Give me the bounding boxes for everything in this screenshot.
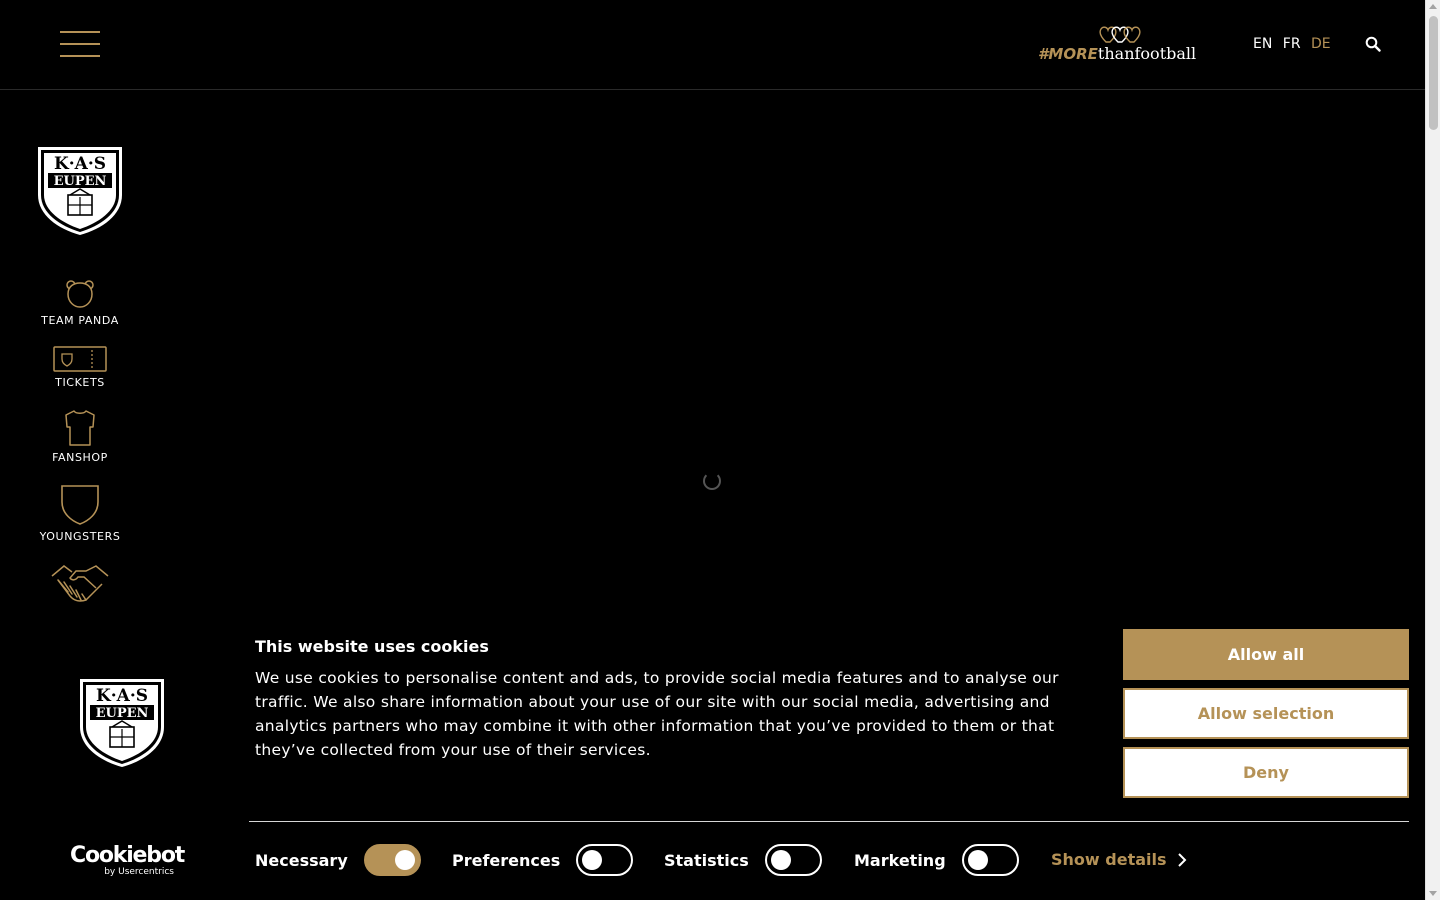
shirt-icon	[65, 410, 95, 446]
crest2-text-top: K·A·S	[96, 686, 148, 706]
claim-logo[interactable]: #MOREthanfootball	[1038, 24, 1200, 66]
toggle-preferences[interactable]	[576, 844, 634, 876]
crest-text-top: K·A·S	[54, 154, 106, 174]
cookiebot-logo[interactable]: Cookiebot by Usercentrics	[70, 843, 185, 877]
nav-label-tickets: TICKETS	[55, 376, 105, 389]
ticket-icon	[53, 346, 107, 372]
chevron-right-icon[interactable]	[1177, 853, 1187, 867]
nav-label-youngsters: YOUNGSTERS	[39, 530, 121, 543]
nav-youngsters[interactable]: YOUNGSTERS	[30, 484, 130, 543]
handshake-icon	[51, 565, 109, 602]
cookie-body-text: We use cookies to personalise content an…	[255, 669, 1059, 759]
page-scrollbar[interactable]	[1425, 0, 1440, 900]
scroll-up-icon[interactable]	[1429, 4, 1437, 9]
search-icon[interactable]	[1365, 36, 1381, 52]
lang-en[interactable]: EN	[1253, 36, 1272, 52]
loading-spinner-icon	[703, 472, 721, 490]
toggle-statistics-label: Statistics	[664, 850, 749, 870]
crest-text-bottom: EUPEN	[54, 174, 107, 189]
club-crest-logo[interactable]: K·A·S EUPEN	[36, 145, 124, 237]
cookie-title: This website uses cookies	[255, 637, 489, 656]
nav-team-panda[interactable]: TEAM PANDA	[30, 278, 130, 327]
club-crest-logo-secondary: K·A·S EUPEN	[80, 679, 164, 767]
nav-label-fanshop: FANSHOP	[52, 451, 108, 464]
lang-de[interactable]: DE	[1311, 36, 1331, 52]
allow-selection-button[interactable]: Allow selection	[1123, 688, 1409, 739]
claim-rest-text: thanfootball	[1097, 44, 1197, 63]
lang-fr[interactable]: FR	[1283, 36, 1301, 52]
toggle-necessary-group: Necessary	[255, 843, 421, 877]
cookiebot-brand: Cookiebot	[70, 843, 185, 868]
nav-label-team-panda: TEAM PANDA	[41, 314, 119, 327]
nav-partners[interactable]	[30, 562, 130, 604]
crest2-text-bottom: EUPEN	[96, 706, 149, 721]
toggle-marketing-label: Marketing	[854, 850, 946, 870]
scroll-thumb[interactable]	[1429, 16, 1438, 130]
show-details-link[interactable]: Show details	[1051, 850, 1167, 869]
toggle-necessary[interactable]	[363, 844, 421, 876]
panda-icon	[66, 280, 94, 308]
top-header: #MOREthanfootball EN FR DE	[0, 0, 1425, 90]
deny-button[interactable]: Deny	[1123, 747, 1409, 798]
toggle-preferences-label: Preferences	[452, 850, 561, 870]
nav-tickets[interactable]: TICKETS	[30, 346, 130, 389]
hearts-icon	[1099, 26, 1141, 43]
nav-fanshop[interactable]: FANSHOP	[30, 409, 130, 464]
toggle-statistics-group: Statistics	[664, 843, 822, 877]
toggle-marketing[interactable]	[961, 844, 1019, 876]
language-switcher: EN FR DE	[1253, 36, 1337, 52]
toggle-preferences-group: Preferences	[452, 843, 634, 877]
shield-icon	[61, 485, 99, 525]
cookie-divider	[249, 821, 1409, 822]
page: #MOREthanfootball EN FR DE K·A·S EUPEN T…	[0, 0, 1440, 900]
toggle-necessary-label: Necessary	[255, 850, 348, 870]
claim-hash-text: #MORE	[1038, 45, 1098, 63]
toggle-statistics[interactable]	[764, 844, 822, 876]
scroll-down-icon[interactable]	[1429, 891, 1437, 896]
toggle-marketing-group: Marketing	[854, 843, 1019, 877]
menu-icon[interactable]	[60, 30, 100, 58]
allow-all-button[interactable]: Allow all	[1123, 629, 1409, 680]
